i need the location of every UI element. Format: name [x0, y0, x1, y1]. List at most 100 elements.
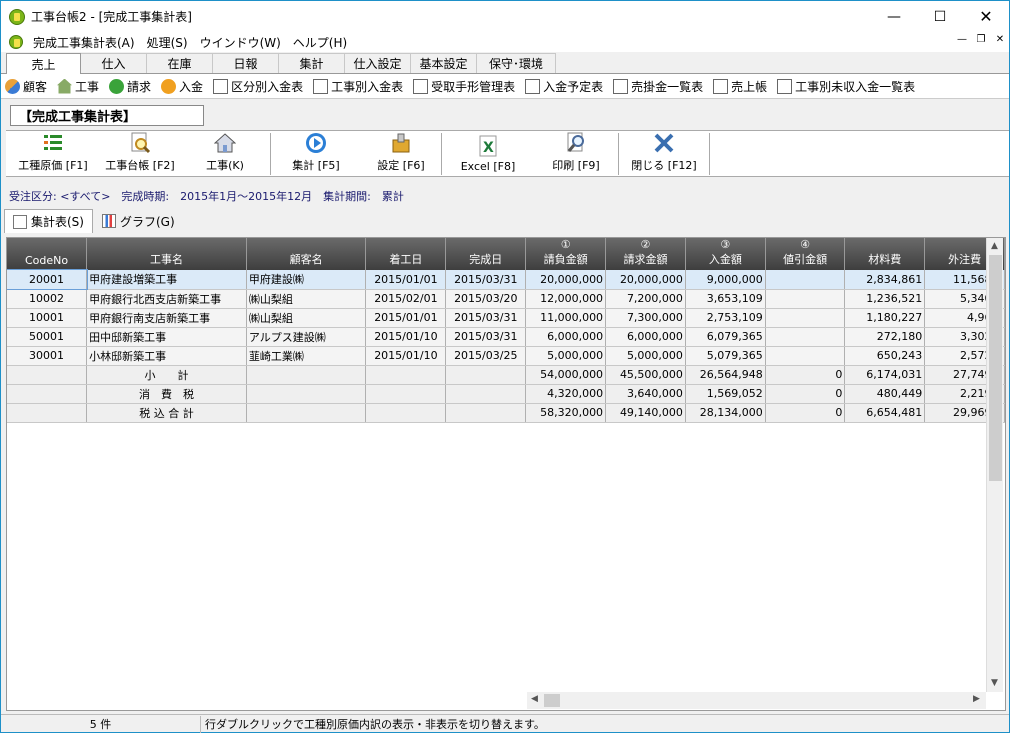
column-header[interactable]: ② 請求金額: [605, 238, 686, 270]
table-cell[interactable]: [765, 270, 846, 290]
cost-type-button[interactable]: 工種原価 [F1]: [6, 131, 100, 177]
scroll-down-icon[interactable]: ▼: [991, 678, 998, 688]
settings-button[interactable]: 設定 [F6]: [361, 131, 441, 177]
sub-receivables-list[interactable]: 売掛金一覧表: [613, 78, 703, 95]
table-cell[interactable]: 2,834,861: [844, 270, 926, 290]
sub-sales-ledger[interactable]: 売上帳: [713, 78, 767, 95]
table-cell[interactable]: 20,000,000: [525, 270, 607, 290]
tab-sales[interactable]: 売上: [6, 53, 81, 74]
scroll-left-icon[interactable]: ◀: [531, 694, 538, 704]
sub-bills-receivable[interactable]: 受取手形管理表: [413, 78, 515, 95]
table-cell[interactable]: 5,079,365: [685, 346, 766, 366]
table-cell[interactable]: 3,653,109: [685, 289, 766, 309]
column-header[interactable]: 着工日: [365, 238, 447, 270]
vertical-scroll-thumb[interactable]: [989, 255, 1002, 481]
table-cell[interactable]: 1,180,227: [844, 308, 926, 328]
aggregate-button[interactable]: 集計 [F5]: [271, 131, 361, 177]
table-row[interactable]: 20001 甲府建設増築工事 甲府建設㈱ 2015/01/01 2015/03/31 20…: [7, 269, 1005, 290]
table-cell[interactable]: ㈱山梨組: [246, 308, 367, 328]
table-cell[interactable]: 20,000,000: [605, 270, 686, 290]
tab-graph[interactable]: グラフ(G): [93, 209, 184, 233]
table-cell[interactable]: ㈱山梨組: [246, 289, 367, 309]
project-button[interactable]: 工事(K): [180, 131, 270, 177]
table-row[interactable]: 50001 田中邸新築工事 アルプス建設㈱ 2015/01/10 2015/03/31 6…: [7, 327, 1005, 347]
menu-help[interactable]: ヘルプ(H): [287, 34, 353, 51]
table-cell[interactable]: 小林邸新築工事: [86, 346, 247, 366]
minimize-button[interactable]: —: [871, 1, 917, 32]
menu-process[interactable]: 処理(S): [141, 34, 194, 51]
table-cell[interactable]: 2015/01/10: [365, 346, 447, 366]
table-cell[interactable]: 2015/01/01: [365, 270, 447, 290]
table-cell[interactable]: 12,000,000: [525, 289, 607, 309]
column-header[interactable]: 工事名: [86, 238, 247, 270]
table-cell[interactable]: 田中邸新築工事: [86, 327, 247, 347]
table-cell[interactable]: 1,236,521: [844, 289, 926, 309]
table-cell[interactable]: 2015/03/31: [445, 270, 527, 290]
table-cell[interactable]: 20001: [7, 269, 88, 290]
print-button[interactable]: 印刷 [F9]: [534, 131, 618, 177]
table-cell[interactable]: 6,000,000: [605, 327, 686, 347]
column-header[interactable]: CodeNo: [7, 238, 88, 270]
table-cell[interactable]: 50001: [7, 327, 88, 347]
table-cell[interactable]: 30001: [7, 346, 88, 366]
table-cell[interactable]: 甲府建設増築工事: [86, 270, 247, 290]
menu-window[interactable]: ウインドウ(W): [194, 34, 287, 51]
mdi-restore-button[interactable]: ❐: [973, 34, 989, 45]
table-cell[interactable]: 2015/01/10: [365, 327, 447, 347]
tab-daily[interactable]: 日報: [212, 53, 279, 73]
mdi-close-button[interactable]: ✕: [992, 34, 1008, 45]
sub-unpaid-list[interactable]: 工事別未収入金一覧表: [777, 78, 915, 95]
scroll-right-icon[interactable]: ▶: [973, 694, 980, 704]
maximize-button[interactable]: ☐: [917, 1, 963, 32]
column-header[interactable]: 顧客名: [246, 238, 367, 270]
table-cell[interactable]: 甲府建設㈱: [246, 270, 367, 290]
project-ledger-button[interactable]: 工事台帳 [F2]: [100, 131, 180, 177]
sub-category-payments[interactable]: 区分別入金表: [213, 78, 303, 95]
table-row[interactable]: 10002 甲府銀行北西支店新築工事 ㈱山梨組 2015/02/01 2015/03/2…: [7, 289, 1005, 309]
table-cell[interactable]: [765, 289, 846, 309]
table-cell[interactable]: 5,000,000: [525, 346, 607, 366]
table-cell[interactable]: 2015/03/31: [445, 327, 527, 347]
table-cell[interactable]: 2015/03/31: [445, 308, 527, 328]
sub-project[interactable]: 工事: [57, 78, 99, 95]
table-cell[interactable]: 6,079,365: [685, 327, 766, 347]
table-cell[interactable]: 10002: [7, 289, 88, 309]
tab-summary[interactable]: 集計: [278, 53, 345, 73]
table-row[interactable]: 30001 小林邸新築工事 韮崎工業㈱ 2015/01/10 2015/03/25 5,0…: [7, 346, 1005, 366]
table-cell[interactable]: 韮崎工業㈱: [246, 346, 367, 366]
sub-invoice[interactable]: 請求: [109, 78, 151, 95]
vertical-scrollbar[interactable]: ▲ ▼: [986, 238, 1003, 692]
table-cell[interactable]: 11,000,000: [525, 308, 607, 328]
table-cell[interactable]: 2015/02/01: [365, 289, 447, 309]
sub-project-payments[interactable]: 工事別入金表: [313, 78, 403, 95]
sub-customer[interactable]: 顧客: [5, 78, 47, 95]
table-cell[interactable]: 2015/03/25: [445, 346, 527, 366]
sub-payment[interactable]: 入金: [161, 78, 203, 95]
table-cell[interactable]: 6,000,000: [525, 327, 607, 347]
tab-purchase-settings[interactable]: 仕入設定: [344, 53, 411, 73]
table-cell[interactable]: 272,180: [844, 327, 926, 347]
scroll-up-icon[interactable]: ▲: [991, 241, 998, 251]
mdi-doc-icon[interactable]: [9, 35, 23, 49]
table-cell[interactable]: [765, 346, 846, 366]
column-header[interactable]: ③ 入金額: [685, 238, 766, 270]
column-header[interactable]: ④ 値引金額: [765, 238, 846, 270]
table-cell[interactable]: 2015/01/01: [365, 308, 447, 328]
table-cell[interactable]: 7,200,000: [605, 289, 686, 309]
table-cell[interactable]: 10001: [7, 308, 88, 328]
table-cell[interactable]: [765, 308, 846, 328]
table-cell[interactable]: 5,000,000: [605, 346, 686, 366]
column-header[interactable]: 完成日: [445, 238, 527, 270]
horizontal-scrollbar[interactable]: ◀ ▶: [527, 692, 986, 709]
table-cell[interactable]: [765, 327, 846, 347]
close-report-button[interactable]: 閉じる [F12]: [619, 131, 709, 177]
close-button[interactable]: ✕: [963, 1, 1009, 32]
table-cell[interactable]: 9,000,000: [685, 270, 766, 290]
tab-basic-settings[interactable]: 基本設定: [410, 53, 477, 73]
tab-purchase[interactable]: 仕入: [80, 53, 147, 73]
tab-stock[interactable]: 在庫: [146, 53, 213, 73]
column-header[interactable]: 材料費: [844, 238, 926, 270]
menu-report[interactable]: 完成工事集計表(A): [27, 34, 141, 51]
sub-payment-schedule[interactable]: 入金予定表: [525, 78, 603, 95]
tab-summary-table[interactable]: 集計表(S): [4, 209, 93, 233]
